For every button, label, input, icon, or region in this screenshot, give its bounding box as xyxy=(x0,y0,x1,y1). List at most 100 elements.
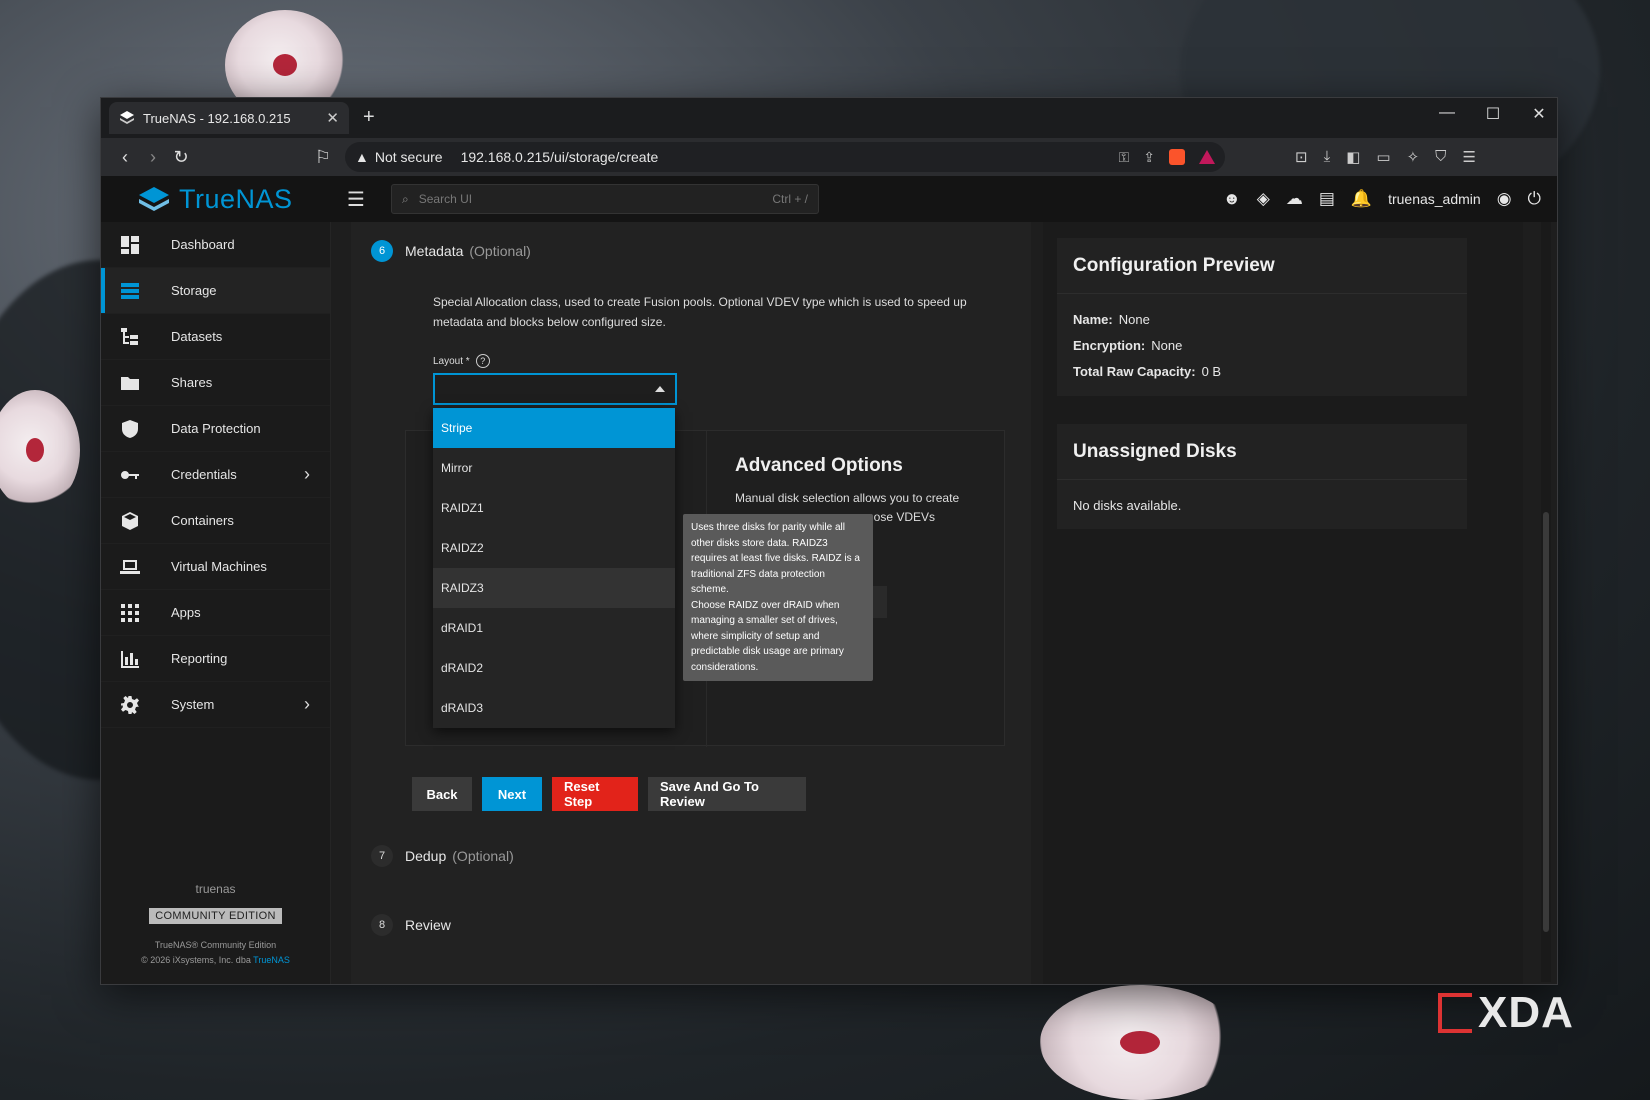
sidebar-item-datasets[interactable]: Datasets xyxy=(101,314,330,360)
key-icon[interactable]: ⚿ xyxy=(1119,149,1130,166)
save-and-review-button[interactable]: Save And Go To Review xyxy=(648,777,806,811)
wizard-buttons: Back Next Reset Step Save And Go To Revi… xyxy=(412,777,806,811)
jobs-icon[interactable]: ▤ xyxy=(1319,189,1335,209)
sidebar-item-label: Apps xyxy=(171,605,201,620)
storage-icon xyxy=(119,280,141,302)
cube-icon xyxy=(119,510,141,532)
power-icon[interactable]: ⏻ xyxy=(1528,189,1541,209)
option-draid2[interactable]: dRAID2 xyxy=(433,648,675,688)
directory-services-icon[interactable]: ☁ xyxy=(1286,189,1303,209)
step-title: Metadata xyxy=(405,243,464,259)
shield-icon xyxy=(119,418,141,440)
edition-badge: COMMUNITY EDITION xyxy=(149,908,282,924)
option-stripe[interactable]: Stripe xyxy=(433,408,675,448)
option-raidz2[interactable]: RAIDZ2 xyxy=(433,528,675,568)
download-icon[interactable]: ⤓ xyxy=(1324,148,1331,166)
browser-tab[interactable]: TrueNAS - 192.168.0.215 ✕ xyxy=(109,102,349,134)
scrollbar[interactable] xyxy=(1541,222,1551,982)
new-tab-icon[interactable]: + xyxy=(363,106,375,129)
xda-logo-icon xyxy=(1438,993,1472,1033)
option-raidz1[interactable]: RAIDZ1 xyxy=(433,488,675,528)
configuration-preview-card: Configuration Preview Name: None Encrypti… xyxy=(1057,238,1467,396)
sidebar-toggle-icon[interactable]: ◧ xyxy=(1346,148,1360,166)
sidebar-item-label: Storage xyxy=(171,283,217,298)
step-review[interactable]: 8 Review xyxy=(371,914,451,936)
sidebar-item-containers[interactable]: Containers xyxy=(101,498,330,544)
sidebar: Dashboard Storage Datasets Shares Data P… xyxy=(101,222,331,984)
sidebar-item-reporting[interactable]: Reporting xyxy=(101,636,330,682)
reset-step-button[interactable]: Reset Step xyxy=(552,777,638,811)
brave-rewards-icon[interactable] xyxy=(1199,150,1215,164)
sidebar-item-storage[interactable]: Storage xyxy=(101,268,330,314)
feedback-icon[interactable]: ☻ xyxy=(1223,189,1241,209)
sidebar-item-data-protection[interactable]: Data Protection xyxy=(101,406,330,452)
menu-icon[interactable]: ☰ xyxy=(1462,148,1475,166)
sidebar-item-virtual-machines[interactable]: Virtual Machines xyxy=(101,544,330,590)
layout-select[interactable] xyxy=(433,373,677,405)
next-button[interactable]: Next xyxy=(482,777,542,811)
bookmark-icon[interactable]: ⚐ xyxy=(309,147,337,168)
name-value: None xyxy=(1118,311,1150,327)
share-icon[interactable]: ⇪ xyxy=(1143,149,1155,166)
close-window-icon[interactable]: ✕ xyxy=(1529,104,1549,124)
layout-label: Layout * ? xyxy=(433,354,490,368)
step-number: 8 xyxy=(371,914,393,936)
wallet-icon[interactable]: ▭ xyxy=(1376,148,1390,166)
notifications-bell-icon[interactable]: 🔔 xyxy=(1351,189,1372,209)
top-bar: TrueNAS ☰ ⌕ Search UI Ctrl + / ☻ ◈ ☁ ▤ 🔔… xyxy=(101,176,1557,222)
extensions-icon[interactable]: ✧ xyxy=(1407,148,1420,166)
sidebar-item-dashboard[interactable]: Dashboard xyxy=(101,222,330,268)
brave-shields-icon[interactable] xyxy=(1169,149,1185,165)
screenshot-icon[interactable]: ⊡ xyxy=(1295,148,1308,166)
watermark-text: XDA xyxy=(1478,988,1574,1037)
back-button[interactable]: Back xyxy=(412,777,472,811)
sidebar-item-credentials[interactable]: Credentials › xyxy=(101,452,330,498)
reload-icon[interactable]: ↻ xyxy=(167,147,195,168)
maximize-icon[interactable]: ☐ xyxy=(1483,104,1503,124)
sidebar-item-label: Reporting xyxy=(171,651,228,666)
minimize-icon[interactable]: — xyxy=(1437,104,1457,124)
search-input[interactable]: ⌕ Search UI Ctrl + / xyxy=(391,184,819,214)
search-shortcut: Ctrl + / xyxy=(772,192,808,206)
sidebar-item-apps[interactable]: Apps xyxy=(101,590,330,636)
security-status[interactable]: Not secure xyxy=(375,149,443,165)
step-metadata[interactable]: 6 Metadata (Optional) xyxy=(371,240,531,262)
scrollbar-thumb[interactable] xyxy=(1543,512,1549,932)
step-number: 7 xyxy=(371,845,393,867)
truecommand-icon[interactable]: ◈ xyxy=(1257,189,1270,209)
hamburger-menu-icon[interactable]: ☰ xyxy=(347,187,377,212)
back-icon[interactable]: ‹ xyxy=(111,147,139,168)
step-optional: (Optional) xyxy=(469,243,531,259)
blossom-decoration xyxy=(1040,985,1240,1100)
brand-name: TrueNAS xyxy=(179,183,293,214)
name-label: Name: xyxy=(1073,311,1113,327)
layout-dropdown: Stripe Mirror RAIDZ1 RAIDZ2 RAIDZ3 dRAID… xyxy=(433,408,675,728)
vpn-icon[interactable]: ⛉ xyxy=(1435,148,1446,166)
account-icon[interactable]: ◉ xyxy=(1497,189,1512,209)
truenas-logo[interactable]: TrueNAS xyxy=(101,184,331,215)
unassigned-disks-card: Unassigned Disks No disks available. xyxy=(1057,424,1467,529)
username[interactable]: truenas_admin xyxy=(1388,191,1481,207)
step-number: 6 xyxy=(371,240,393,262)
option-draid1[interactable]: dRAID1 xyxy=(433,608,675,648)
url-bar[interactable]: ▲ Not secure 192.168.0.215/ui/storage/cr… xyxy=(345,142,1225,172)
step-optional: (Optional) xyxy=(452,848,514,864)
sidebar-item-label: Datasets xyxy=(171,329,223,344)
help-icon[interactable]: ? xyxy=(475,354,490,368)
close-tab-icon[interactable]: ✕ xyxy=(326,109,339,127)
encryption-label: Encryption: xyxy=(1073,337,1146,353)
option-mirror[interactable]: Mirror xyxy=(433,448,675,488)
option-draid3[interactable]: dRAID3 xyxy=(433,688,675,728)
sidebar-item-system[interactable]: System › xyxy=(101,682,330,728)
forward-icon[interactable]: › xyxy=(139,147,167,168)
sidebar-item-shares[interactable]: Shares xyxy=(101,360,330,406)
step-dedup[interactable]: 7 Dedup (Optional) xyxy=(371,845,514,867)
search-icon: ⌕ xyxy=(402,191,409,206)
url-text[interactable]: 192.168.0.215/ui/storage/create xyxy=(461,149,1105,165)
truenas-link[interactable]: TrueNAS xyxy=(253,955,290,965)
copyright-line-1: TrueNAS® Community Edition xyxy=(154,940,277,950)
laptop-icon xyxy=(119,556,141,578)
sidebar-item-label: System xyxy=(171,697,215,712)
option-raidz3[interactable]: RAIDZ3 xyxy=(433,568,675,608)
tab-title: TrueNAS - 192.168.0.215 xyxy=(143,110,291,126)
